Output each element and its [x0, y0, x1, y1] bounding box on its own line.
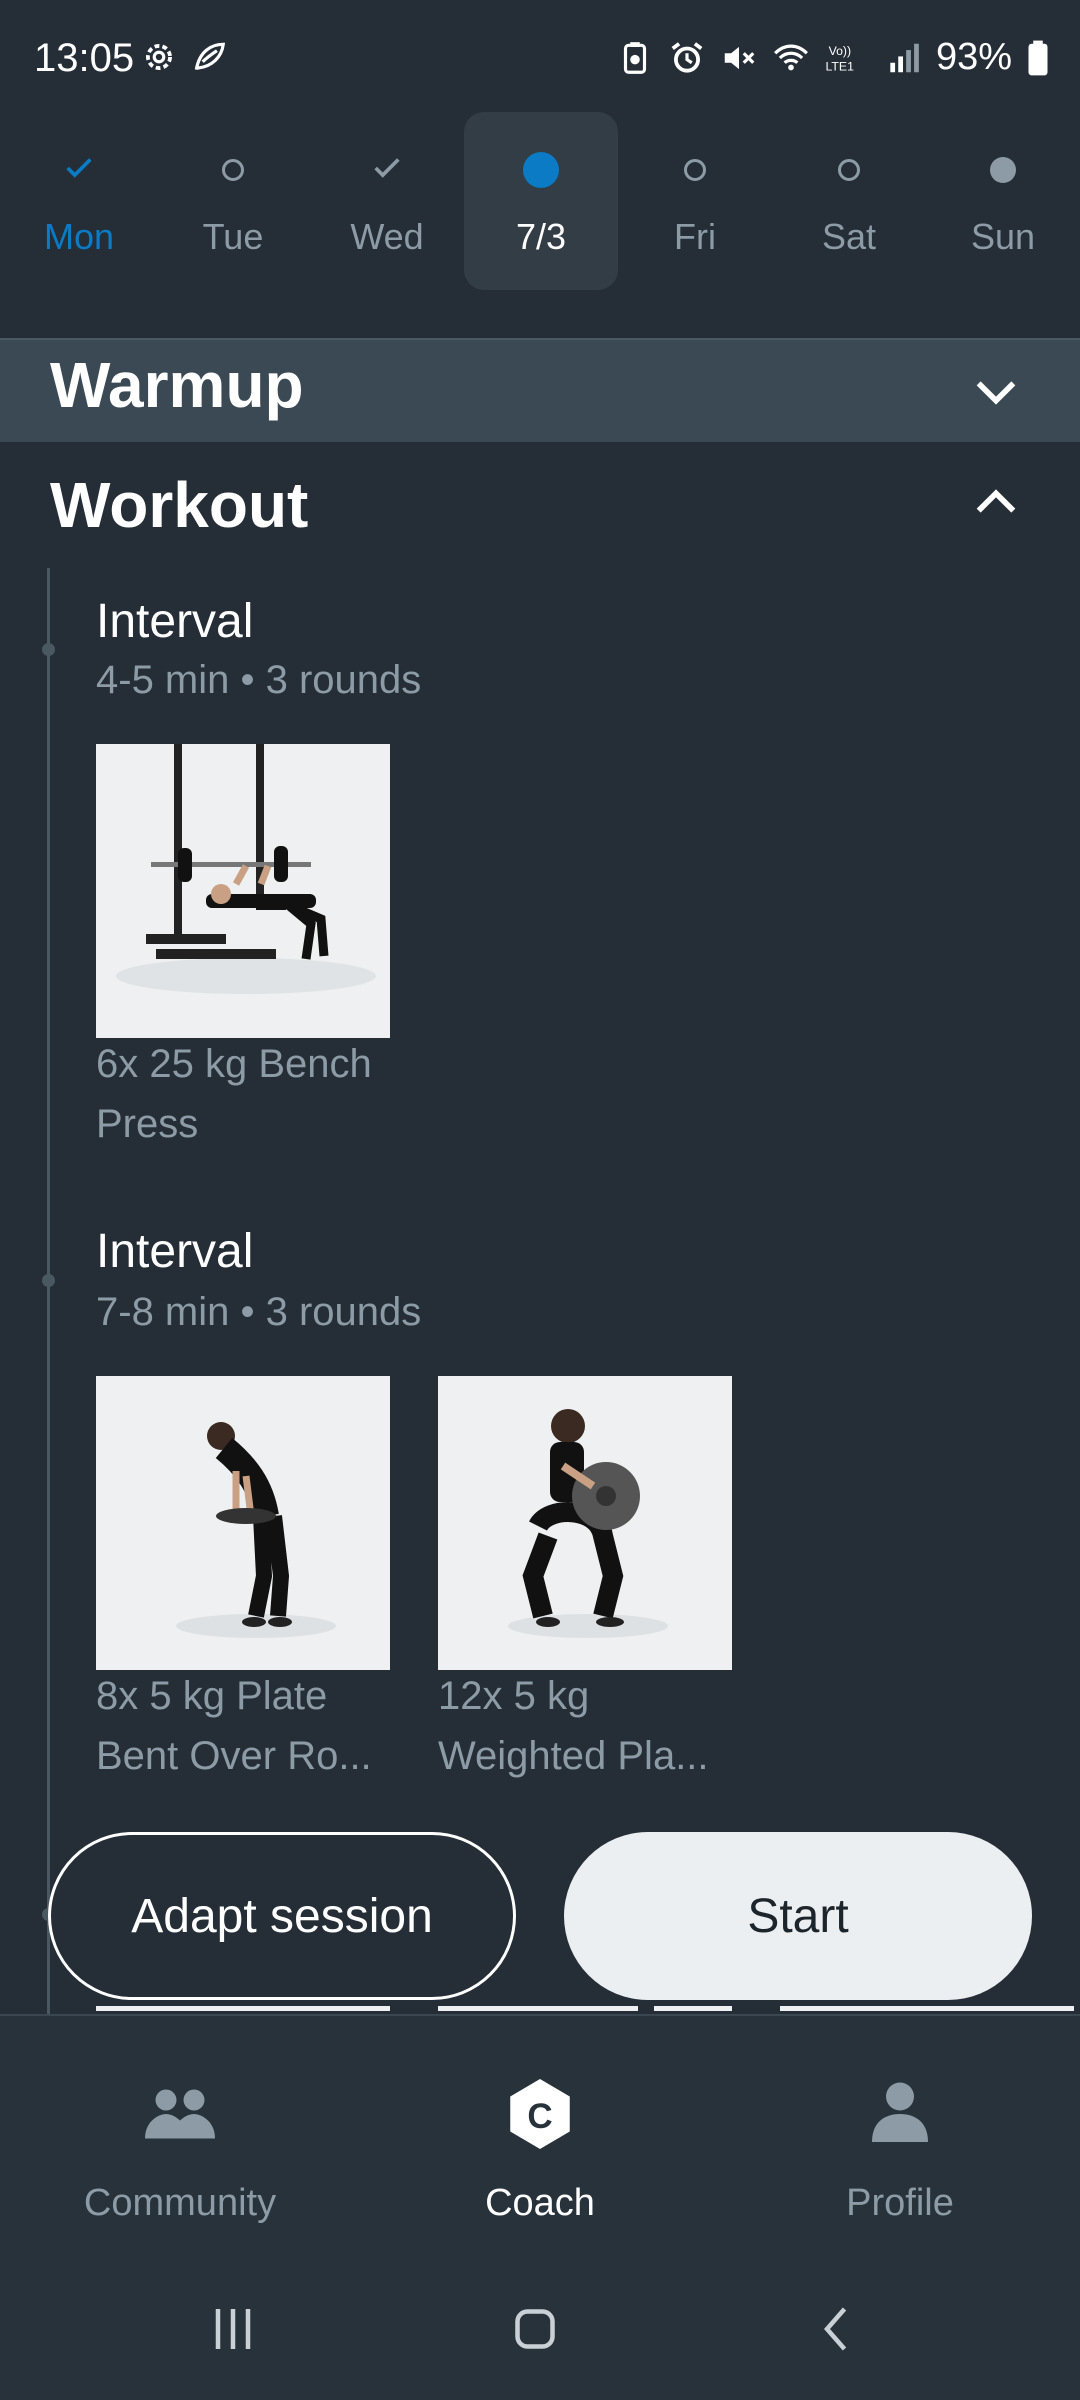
- bottom-navigation: Community C Coach Profile: [0, 2014, 1080, 2256]
- day-label: Tue: [202, 216, 264, 257]
- day-label: Sun: [970, 216, 1036, 257]
- nav-label: Profile: [846, 2182, 954, 2224]
- exercise-label-line2: Bent Over Ro...: [96, 1734, 372, 1778]
- status-bar: 13:05 Vo)) LTE1 93%: [0, 0, 1080, 118]
- interval-title: Interval: [96, 1225, 254, 1278]
- day-sun[interactable]: Sun: [926, 112, 1080, 290]
- timeline-line: [47, 568, 50, 2020]
- start-button[interactable]: Start: [564, 1832, 1032, 2000]
- settings-gear-icon: [140, 38, 178, 76]
- exercise-label-line1: 8x 5 kg Plate: [96, 1674, 328, 1718]
- adapt-session-button[interactable]: Adapt session: [48, 1832, 516, 2000]
- day-label: Sat: [821, 216, 877, 257]
- exercise-thumbnail[interactable]: [96, 1376, 390, 1670]
- exercise-thumbnail[interactable]: [96, 744, 390, 1038]
- day-label: Wed: [350, 216, 424, 257]
- warmup-section-header[interactable]: Warmup: [0, 340, 1080, 442]
- interval-subtitle: 4-5 min • 3 rounds: [96, 658, 422, 702]
- week-day-selector: Mon Tue Wed 7/3 Fri Sat Sun: [0, 112, 1080, 290]
- exercise-label-line2: Weighted Pla...: [438, 1734, 709, 1778]
- check-icon: [62, 151, 96, 190]
- svg-text:C: C: [527, 2097, 552, 2136]
- home-button[interactable]: [490, 2294, 580, 2364]
- nav-label: Coach: [485, 2182, 595, 2224]
- chevron-up-icon[interactable]: [970, 476, 1022, 528]
- interval-title: Interval: [96, 595, 254, 648]
- weighted-plate-squat-image: [438, 1376, 732, 1670]
- nav-profile[interactable]: Profile: [720, 2016, 1080, 2256]
- svg-text:LTE1: LTE1: [825, 59, 854, 73]
- nav-coach[interactable]: C Coach: [360, 2016, 720, 2256]
- warmup-title: Warmup: [50, 349, 304, 421]
- ring-icon: [684, 159, 706, 181]
- mute-icon: [720, 39, 758, 77]
- timeline-dot: [42, 643, 55, 656]
- timeline-dot: [42, 1274, 55, 1287]
- home-icon: [515, 2309, 555, 2349]
- volte-icon: Vo)) LTE1: [824, 39, 870, 77]
- battery-icon: [1026, 39, 1050, 77]
- day-selected[interactable]: 7/3: [464, 112, 618, 290]
- day-label: Mon: [43, 216, 115, 257]
- day-sat[interactable]: Sat: [772, 112, 926, 290]
- exercise-label-line1: 6x 25 kg Bench: [96, 1042, 372, 1086]
- battery-percent: 93%: [935, 36, 1012, 78]
- dot-icon: [990, 157, 1016, 183]
- selected-dot-icon: [523, 152, 559, 188]
- interval-subtitle: 7-8 min • 3 rounds: [96, 1290, 422, 1334]
- community-icon: [145, 2089, 215, 2139]
- coach-icon: C: [510, 2079, 570, 2149]
- status-time: 13:05: [34, 36, 135, 80]
- back-button[interactable]: [792, 2294, 882, 2364]
- signal-icon: [884, 39, 922, 77]
- day-label: Fri: [674, 216, 716, 257]
- exercise-thumbnail-peek: [96, 2006, 390, 2011]
- battery-saver-icon: [616, 39, 654, 77]
- day-mon[interactable]: Mon: [2, 112, 156, 290]
- recent-apps-icon: [215, 2309, 251, 2349]
- recent-apps-button[interactable]: [188, 2294, 278, 2364]
- check-icon: [370, 151, 404, 190]
- workout-title: Workout: [50, 469, 309, 541]
- alarm-icon: [668, 39, 706, 77]
- exercise-thumbnail[interactable]: [438, 1376, 732, 1670]
- back-icon: [824, 2307, 847, 2351]
- chevron-down-icon: [976, 381, 1016, 405]
- day-tue[interactable]: Tue: [156, 112, 310, 290]
- exercise-thumbnail-peek: [438, 2006, 638, 2011]
- day-fri[interactable]: Fri: [618, 112, 772, 290]
- exercise-label-line2: Press: [96, 1102, 199, 1146]
- day-label: 7/3: [515, 216, 567, 257]
- day-wed[interactable]: Wed: [310, 112, 464, 290]
- exercise-thumbnail-peek: [780, 2006, 1074, 2011]
- exercise-label-line1: 12x 5 kg: [438, 1674, 590, 1718]
- bench-press-image: [96, 744, 390, 1038]
- system-navigation-bar: [0, 2254, 1080, 2400]
- svg-text:Vo)): Vo)): [829, 43, 851, 57]
- ring-icon: [222, 159, 244, 181]
- profile-icon: [872, 2082, 928, 2142]
- nav-label: Community: [83, 2182, 277, 2224]
- exercise-thumbnail-peek: [654, 2006, 732, 2011]
- ring-icon: [838, 159, 860, 181]
- leaf-app-icon: [190, 38, 228, 76]
- bent-over-row-image: [96, 1376, 390, 1670]
- wifi-icon: [772, 39, 810, 77]
- nav-community[interactable]: Community: [0, 2016, 360, 2256]
